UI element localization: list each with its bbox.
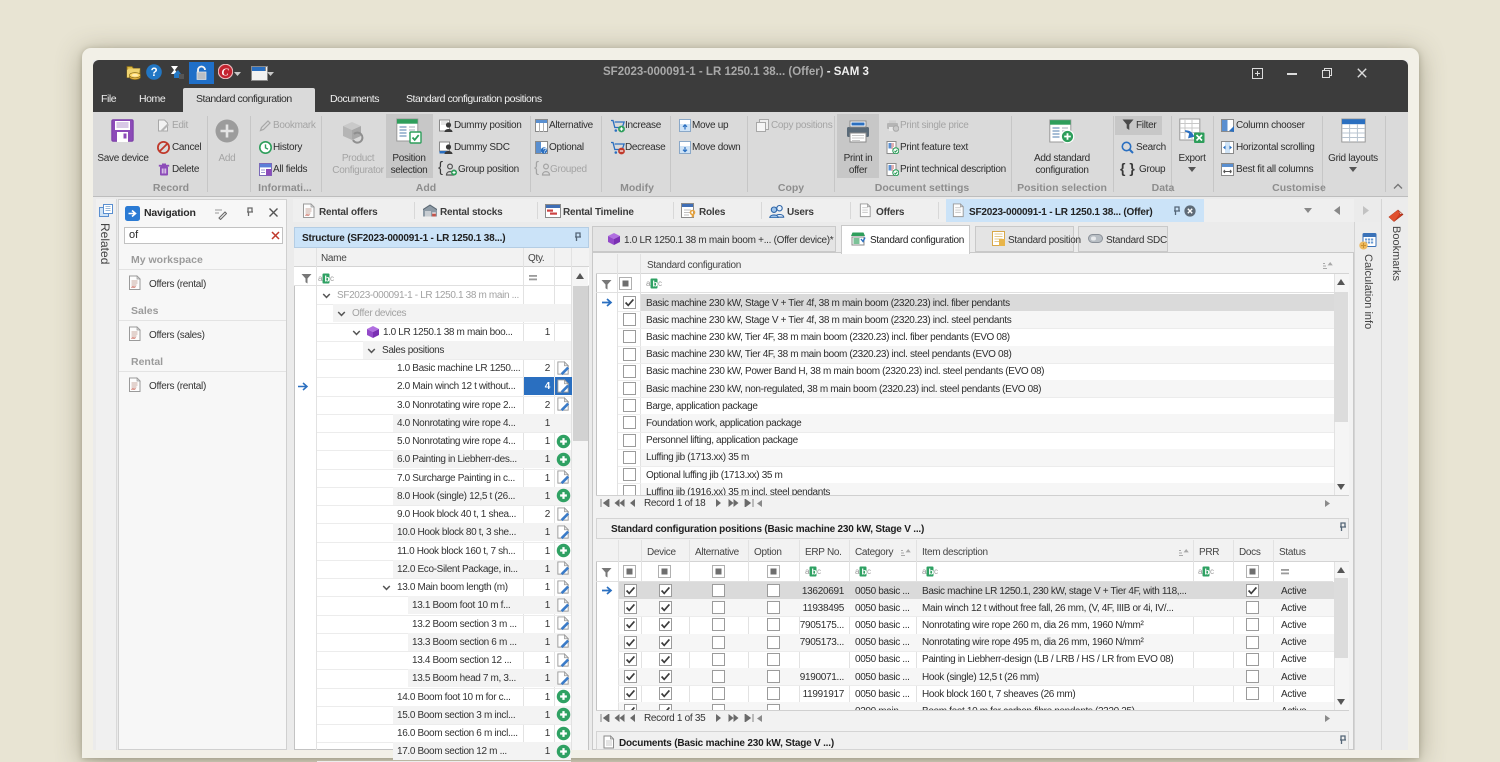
- svg-text:c: c: [817, 567, 821, 576]
- svg-text:c: c: [1210, 567, 1214, 576]
- svg-text:C: C: [222, 67, 230, 78]
- svg-text:a: a: [318, 274, 323, 283]
- svg-text:b: b: [812, 567, 817, 577]
- svg-text:c: c: [867, 567, 871, 576]
- svg-text:b: b: [653, 279, 658, 289]
- svg-text:c: c: [934, 567, 938, 576]
- svg-text:c: c: [330, 274, 334, 283]
- svg-text:c: c: [658, 279, 662, 288]
- svg-text:a: a: [855, 567, 860, 576]
- svg-text:?: ?: [151, 67, 158, 79]
- svg-text:b: b: [1205, 567, 1210, 577]
- svg-text:a: a: [922, 567, 927, 576]
- svg-text:a: a: [1198, 567, 1203, 576]
- svg-text:a: a: [805, 567, 810, 576]
- svg-text:b: b: [325, 274, 330, 284]
- svg-text:b: b: [862, 567, 867, 577]
- svg-text:b: b: [929, 567, 934, 577]
- svg-text:?: ?: [543, 148, 547, 154]
- svg-text:a: a: [646, 279, 651, 288]
